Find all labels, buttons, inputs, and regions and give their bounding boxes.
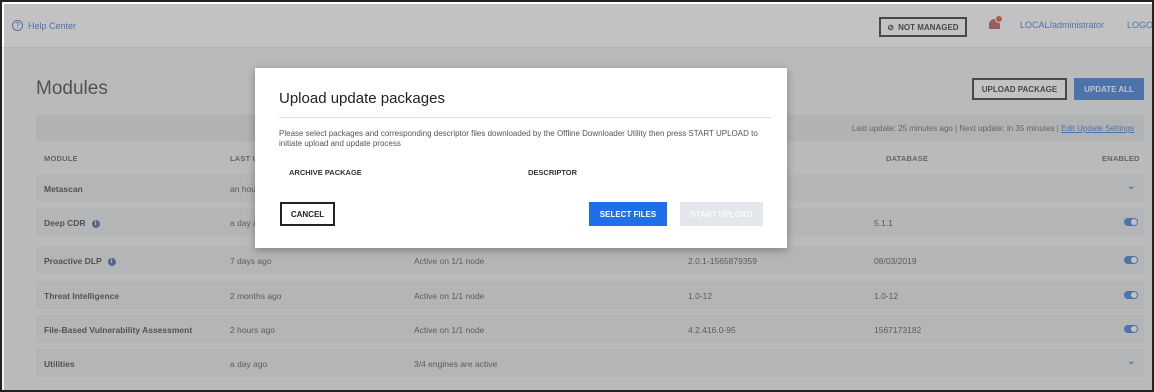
dialog-title: Upload update packages	[279, 90, 445, 107]
descriptor-label: DESCRIPTOR	[528, 168, 578, 177]
select-files-button[interactable]: SELECT FILES	[589, 202, 667, 226]
dialog-divider	[279, 117, 771, 118]
app-window: ? Help Center ⊘ NOT MANAGED LOCAL/admini…	[0, 0, 1154, 392]
archive-package-label: ARCHIVE PACKAGE	[289, 168, 362, 177]
start-upload-button[interactable]: START UPLOAD	[680, 202, 763, 226]
dialog-description: Please select packages and corresponding…	[279, 129, 758, 148]
upload-dialog: Upload update packages Please select pac…	[255, 68, 787, 248]
cancel-button[interactable]: CANCEL	[280, 202, 335, 226]
